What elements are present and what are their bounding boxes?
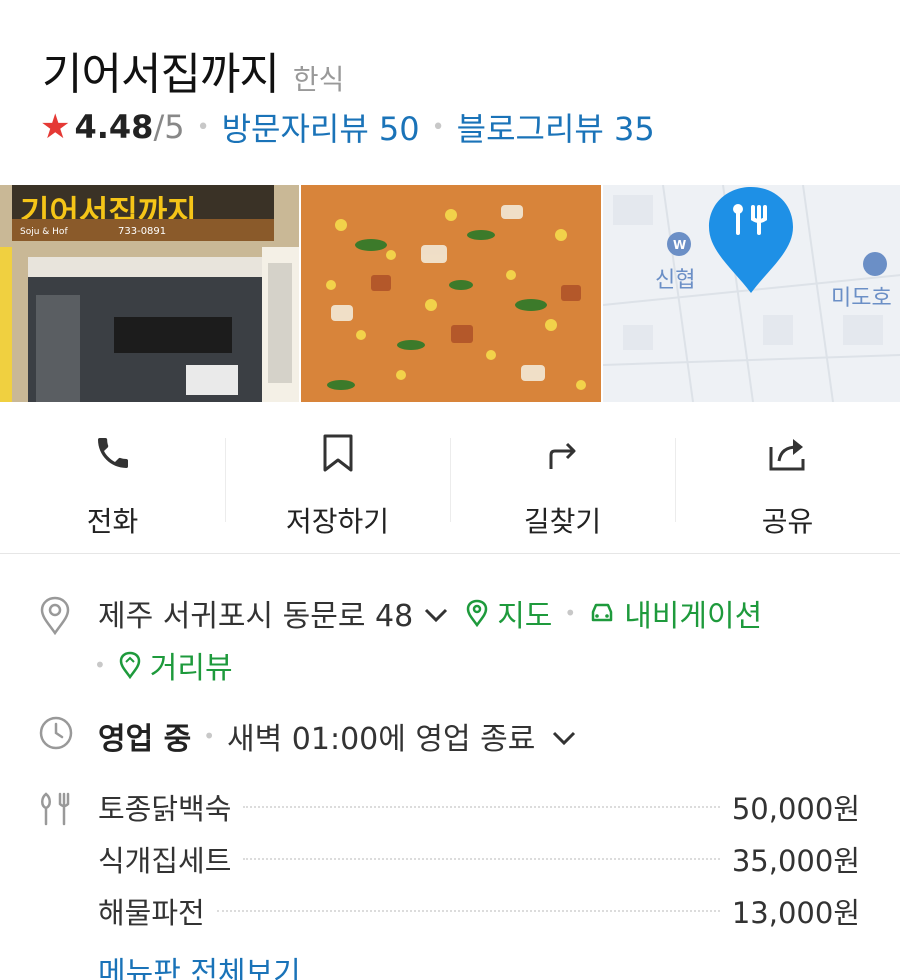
share-button[interactable]: 공유	[675, 402, 900, 553]
map-label-mido: 미도호	[831, 286, 892, 311]
rating-row: ★ 4.48 /5 • 방문자리뷰 50 • 블로그리뷰 35	[40, 104, 655, 150]
save-label: 저장하기	[285, 505, 390, 538]
map-link[interactable]: 지도	[465, 591, 552, 635]
dotted-leader	[243, 858, 720, 860]
menu-item-price: 13,000원	[731, 896, 860, 930]
storefront-sub-text: Soju & Hof	[20, 227, 68, 237]
map-label-shinhyup: 신협	[655, 268, 695, 293]
storefront-photo[interactable]: 기어서집까지 Soju & Hof 733-0891	[0, 185, 300, 402]
menu-item-price: 35,000원	[731, 844, 860, 878]
save-button[interactable]: 저장하기	[225, 402, 450, 553]
visitor-reviews-link[interactable]: 방문자리뷰 50	[222, 104, 420, 150]
car-icon	[591, 603, 613, 622]
photo-strip: 기어서집까지 Soju & Hof 733-0891 W 신협 미도호	[0, 185, 900, 402]
location-pin-icon	[38, 595, 72, 639]
menu-item-name: 식개집세트	[98, 844, 232, 878]
map-thumbnail[interactable]: W 신협 미도호	[602, 185, 900, 402]
place-category: 한식	[292, 63, 345, 96]
clock-icon	[38, 715, 74, 755]
call-button[interactable]: 전화	[0, 402, 225, 553]
fried-rice-illustration	[301, 185, 601, 402]
menu-item-price: 50,000원	[731, 792, 860, 826]
info-section: 제주 서귀포시 동문로 48 지도 • 내비게이션 • 거리뷰 영업 중 • 새…	[0, 555, 900, 980]
streetview-pin-icon	[119, 651, 141, 679]
hours-detail: 새벽 01:00에 영업 종료	[227, 722, 536, 757]
directions-label: 길찾기	[523, 505, 602, 538]
separator-dot: •	[431, 114, 445, 140]
food-photo[interactable]	[301, 185, 601, 402]
call-label: 전화	[86, 505, 139, 538]
streetview-link-label: 거리뷰	[149, 651, 233, 686]
menu-item: 식개집세트 35,000원	[98, 838, 860, 880]
separator-dot: •	[564, 601, 577, 625]
separator-dot: •	[203, 724, 216, 748]
utensils-icon	[38, 790, 72, 830]
phone-icon	[93, 432, 133, 474]
bookmark-icon	[321, 432, 355, 474]
action-bar: 전화 저장하기 길찾기 공유	[0, 402, 900, 554]
menu-item-name: 해물파전	[98, 896, 205, 930]
rating-score: 4.48	[74, 108, 154, 146]
streetview-line: • 거리뷰	[94, 643, 233, 687]
map-pin-small-icon	[466, 599, 488, 627]
navigation-link-label: 내비게이션	[624, 599, 763, 634]
rating-max: /5	[153, 108, 185, 146]
menu-item: 해물파전 13,000원	[98, 890, 860, 932]
address-line: 제주 서귀포시 동문로 48 지도 • 내비게이션	[98, 591, 762, 635]
hours-line[interactable]: 영업 중 • 새벽 01:00에 영업 종료	[98, 714, 577, 758]
title-row: 기어서집까지 한식	[42, 38, 344, 102]
svg-text:W: W	[673, 238, 686, 252]
streetview-link[interactable]: 거리뷰	[118, 643, 233, 687]
view-full-menu-link[interactable]: 메뉴판 전체보기	[98, 948, 301, 980]
storefront-phone-text: 733-0891	[118, 226, 166, 237]
chevron-down-icon[interactable]	[551, 719, 577, 754]
dotted-leader	[216, 910, 720, 912]
open-status: 영업 중	[98, 722, 192, 757]
blog-reviews-link[interactable]: 블로그리뷰 35	[457, 104, 655, 150]
share-label: 공유	[761, 505, 814, 538]
chevron-down-icon[interactable]	[423, 596, 449, 631]
directions-button[interactable]: 길찾기	[450, 402, 675, 553]
separator-dot: •	[196, 114, 210, 140]
star-icon: ★	[40, 107, 71, 147]
directions-icon	[543, 432, 583, 474]
address-text: 제주 서귀포시 동문로 48	[98, 599, 414, 634]
dotted-leader	[243, 806, 720, 808]
menu-item-name: 토종닭백숙	[98, 792, 232, 826]
place-title: 기어서집까지	[42, 49, 280, 100]
menu-item: 토종닭백숙 50,000원	[98, 786, 860, 828]
separator-dot: •	[94, 653, 106, 677]
storefront-illustration: 기어서집까지 Soju & Hof 733-0891	[0, 185, 300, 402]
map-illustration: W 신협 미도호	[602, 185, 900, 402]
share-icon	[767, 432, 809, 474]
map-link-label: 지도	[497, 599, 553, 634]
place-header: 기어서집까지 한식 ★ 4.48 /5 • 방문자리뷰 50 • 블로그리뷰 3…	[0, 0, 900, 185]
navigation-link[interactable]: 내비게이션	[588, 591, 762, 635]
